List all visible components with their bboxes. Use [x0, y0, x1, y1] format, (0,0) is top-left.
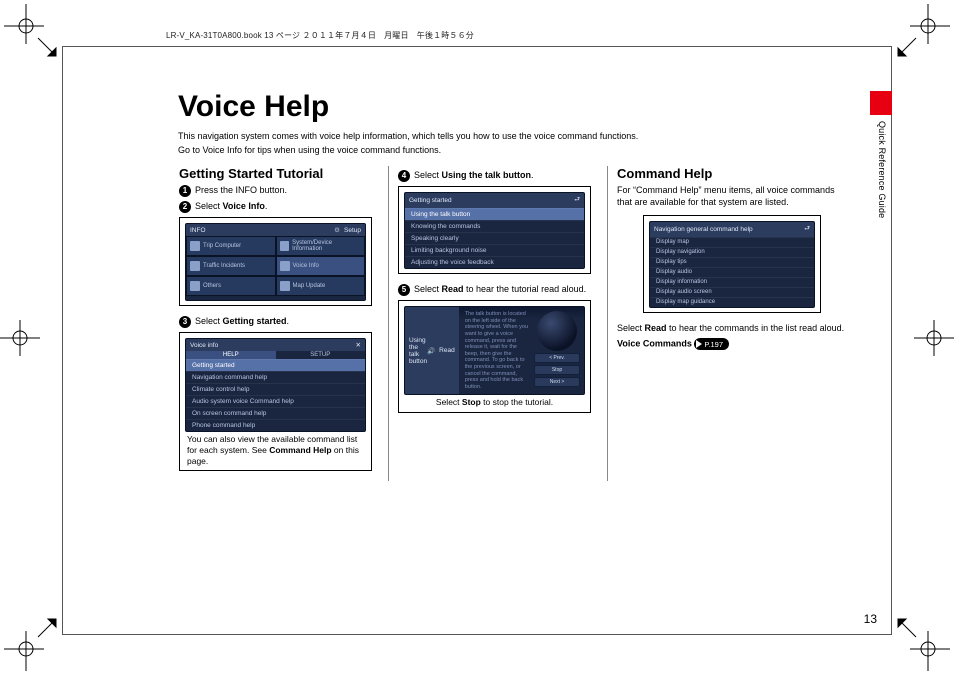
screenshot-voice-info: Voice info✕ HELP SETUP Getting started N… [179, 332, 372, 471]
list-item: Knowing the commands [405, 220, 584, 232]
info-cell: Map Update [276, 276, 366, 296]
talk-controls: < Prev. Stop Next > [534, 311, 580, 390]
info-cell: Trip Computer [186, 236, 276, 256]
cmdhelp-heading: Command Help [617, 166, 848, 181]
screenshot-talk-button: Using the talk button🔊 Read The talk but… [398, 300, 591, 413]
info-cell: System/Device Information [276, 236, 366, 256]
list-item: Display navigation [650, 247, 814, 257]
list-item: Audio system voice Command help [186, 395, 365, 407]
list-item: Display tips [650, 257, 814, 267]
list-item: Getting started [186, 359, 365, 371]
cmd-caption: Select Read to hear the commands in the … [617, 323, 848, 335]
screenshot-cmd-help: Navigation general command help⮐ Display… [643, 215, 821, 313]
list-item: Speaking clearly [405, 232, 584, 244]
column-tutorial: Getting Started Tutorial 1 Press the INF… [178, 166, 380, 481]
list-item: Phone command help [186, 419, 365, 431]
step-4-text: Select Using the talk button. [414, 170, 534, 182]
page-ref-pill: P.197 [694, 338, 729, 350]
list-item: Display audio [650, 267, 814, 277]
talk-caption: Select Stop to stop the tutorial. [406, 397, 583, 408]
dial-icon [537, 311, 577, 351]
list-item: Display audio screen [650, 287, 814, 297]
step-1-text: Press the INFO button. [195, 185, 287, 197]
crop-mark-bl [4, 607, 68, 671]
info-cell: Traffic Incidents [186, 256, 276, 276]
page-content: Voice Help This navigation system comes … [62, 46, 892, 635]
step-bullet-5: 5 [398, 284, 410, 296]
cmd-intro: For “Command Help” menu items, all voice… [617, 185, 848, 208]
voice-commands-xref: Voice Commands P.197 [617, 338, 848, 350]
talk-body-text: The talk button is located on the left s… [465, 311, 530, 390]
crop-mark-br [886, 607, 950, 671]
crop-mark-tl [4, 4, 68, 68]
voice-info-screen: Voice info✕ HELP SETUP Getting started N… [185, 338, 366, 432]
tutorial-heading: Getting Started Tutorial [179, 166, 372, 181]
step-2-text: Select Voice Info. [195, 201, 267, 213]
list-item: Adjusting the voice feedback [405, 256, 584, 268]
list-item: Display information [650, 277, 814, 287]
registration-left [0, 320, 44, 356]
step-2: 2 Select Voice Info. [179, 201, 372, 213]
list-item: Using the talk button [405, 208, 584, 220]
step-1: 1 Press the INFO button. [179, 185, 372, 197]
step-5-text: Select Read to hear the tutorial read al… [414, 284, 586, 296]
step-bullet-2: 2 [179, 201, 191, 213]
talk-screen: Using the talk button🔊 Read The talk but… [404, 306, 585, 395]
registration-right [910, 320, 954, 356]
talk-stop: Stop [534, 365, 580, 375]
column-tutorial-2: 4 Select Using the talk button. Getting … [397, 166, 599, 481]
list-item: Display map guidance [650, 297, 814, 307]
list-item: Limiting background noise [405, 244, 584, 256]
arrow-icon [696, 340, 702, 348]
step-5: 5 Select Read to hear the tutorial read … [398, 284, 591, 296]
list-item: On screen command help [186, 407, 365, 419]
cmd-help-screen: Navigation general command help⮐ Display… [649, 221, 815, 308]
screenshot-getting-started: Getting started⮐ Using the talk button K… [398, 186, 591, 274]
info-screen: INFO⚙Setup Trip Computer System/Device I… [185, 223, 366, 301]
step-3: 3 Select Getting started. [179, 316, 372, 328]
step-bullet-4: 4 [398, 170, 410, 182]
running-head: LR-V_KA-31T0A800.book 13 ページ ２０１１年７月４日 月… [166, 30, 474, 41]
intro-line-2: Go to Voice Info for tips when using the… [178, 144, 818, 156]
column-command-help: Command Help For “Command Help” menu ite… [616, 166, 856, 481]
getting-started-screen: Getting started⮐ Using the talk button K… [404, 192, 585, 269]
screenshot-info: INFO⚙Setup Trip Computer System/Device I… [179, 217, 372, 306]
page-title: Voice Help [178, 90, 856, 124]
list-item: Navigation command help [186, 371, 365, 383]
talk-prev: < Prev. [534, 353, 580, 363]
step-bullet-1: 1 [179, 185, 191, 197]
info-cell: Others [186, 276, 276, 296]
crop-mark-tr [886, 4, 950, 68]
info-cell-selected: Voice Info [276, 256, 366, 276]
column-separator-2 [607, 166, 608, 481]
list-item: Climate control help [186, 383, 365, 395]
step-3-text: Select Getting started. [195, 316, 289, 328]
step-4: 4 Select Using the talk button. [398, 170, 591, 182]
intro-line-1: This navigation system comes with voice … [178, 130, 818, 142]
column-separator-1 [388, 166, 389, 481]
voice-info-caption: You can also view the available command … [187, 434, 364, 466]
step-bullet-3: 3 [179, 316, 191, 328]
talk-next: Next > [534, 377, 580, 387]
list-item: Display map [650, 237, 814, 247]
